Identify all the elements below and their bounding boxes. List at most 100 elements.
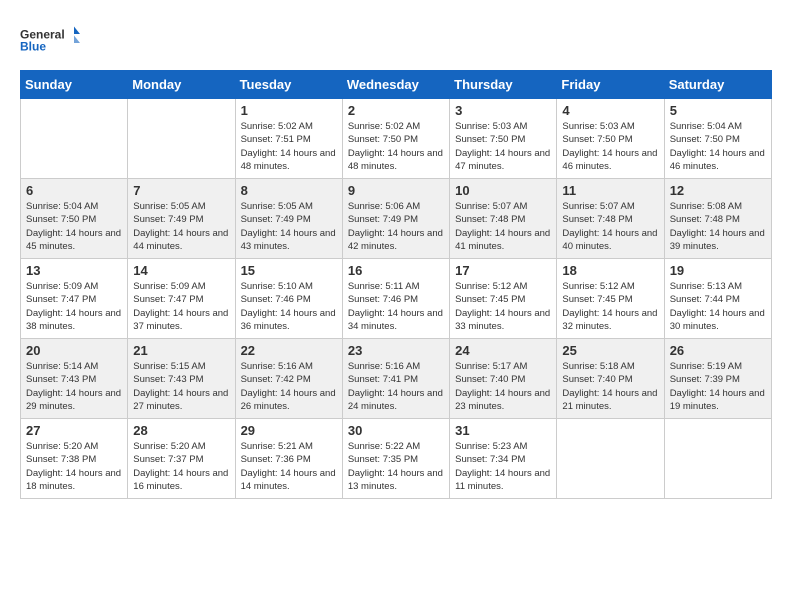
- day-number: 13: [26, 263, 122, 278]
- day-number: 30: [348, 423, 444, 438]
- calendar-cell: 28Sunrise: 5:20 AM Sunset: 7:37 PM Dayli…: [128, 419, 235, 499]
- calendar-cell: 18 Sunrise: 5:12 AM Sunset: 7:45 PM Dayli…: [557, 259, 664, 339]
- day-number: 27: [26, 423, 122, 438]
- day-number: 9: [348, 183, 444, 198]
- day-info: Sunrise: 5:16 AM Sunset: 7:41 PM Dayligh…: [348, 360, 444, 413]
- day-info: Sunrise: 5:18 AM Sunset: 7:40 PM Dayligh…: [562, 360, 658, 413]
- day-info: Sunrise: 5:04 AM Sunset: 7:50 PM Dayligh…: [670, 120, 766, 173]
- day-number: 2: [348, 103, 444, 118]
- header-sunday: Sunday: [21, 71, 128, 99]
- calendar-cell: 6 Sunrise: 5:04 AM Sunset: 7:50 PM Daylig…: [21, 179, 128, 259]
- day-info: Sunrise: 5:03 AM Sunset: 7:50 PM Dayligh…: [455, 120, 551, 173]
- calendar-week-row: 6 Sunrise: 5:04 AM Sunset: 7:50 PM Daylig…: [21, 179, 772, 259]
- header-monday: Monday: [128, 71, 235, 99]
- day-number: 7: [133, 183, 229, 198]
- day-info: Sunrise: 5:16 AM Sunset: 7:42 PM Dayligh…: [241, 360, 337, 413]
- calendar-cell: 5 Sunrise: 5:04 AM Sunset: 7:50 PM Daylig…: [664, 99, 771, 179]
- calendar-cell: 26 Sunrise: 5:19 AM Sunset: 7:39 PM Dayli…: [664, 339, 771, 419]
- day-info: Sunrise: 5:07 AM Sunset: 7:48 PM Dayligh…: [455, 200, 551, 253]
- day-info: Sunrise: 5:15 AM Sunset: 7:43 PM Dayligh…: [133, 360, 229, 413]
- calendar-cell: 12 Sunrise: 5:08 AM Sunset: 7:48 PM Dayli…: [664, 179, 771, 259]
- day-info: Sunrise: 5:12 AM Sunset: 7:45 PM Dayligh…: [562, 280, 658, 333]
- day-info: Sunrise: 5:06 AM Sunset: 7:49 PM Dayligh…: [348, 200, 444, 253]
- day-number: 21: [133, 343, 229, 358]
- calendar-cell: 17Sunrise: 5:12 AM Sunset: 7:45 PM Dayli…: [450, 259, 557, 339]
- day-info: Sunrise: 5:21 AM Sunset: 7:36 PM Dayligh…: [241, 440, 337, 493]
- svg-text:Blue: Blue: [20, 40, 46, 54]
- day-info: Sunrise: 5:04 AM Sunset: 7:50 PM Dayligh…: [26, 200, 122, 253]
- day-info: Sunrise: 5:02 AM Sunset: 7:51 PM Dayligh…: [241, 120, 337, 173]
- day-number: 15: [241, 263, 337, 278]
- day-number: 23: [348, 343, 444, 358]
- calendar-cell: 9 Sunrise: 5:06 AM Sunset: 7:49 PM Daylig…: [342, 179, 449, 259]
- day-number: 3: [455, 103, 551, 118]
- calendar-cell: 7 Sunrise: 5:05 AM Sunset: 7:49 PM Daylig…: [128, 179, 235, 259]
- logo-svg: General Blue: [20, 20, 80, 60]
- calendar-cell: [21, 99, 128, 179]
- day-number: 22: [241, 343, 337, 358]
- day-info: Sunrise: 5:09 AM Sunset: 7:47 PM Dayligh…: [133, 280, 229, 333]
- day-number: 25: [562, 343, 658, 358]
- calendar-cell: 25 Sunrise: 5:18 AM Sunset: 7:40 PM Dayli…: [557, 339, 664, 419]
- day-info: Sunrise: 5:07 AM Sunset: 7:48 PM Dayligh…: [562, 200, 658, 253]
- day-info: Sunrise: 5:08 AM Sunset: 7:48 PM Dayligh…: [670, 200, 766, 253]
- day-number: 6: [26, 183, 122, 198]
- header-tuesday: Tuesday: [235, 71, 342, 99]
- day-number: 16: [348, 263, 444, 278]
- calendar-week-row: 1 Sunrise: 5:02 AM Sunset: 7:51 PM Daylig…: [21, 99, 772, 179]
- calendar-cell: 21 Sunrise: 5:15 AM Sunset: 7:43 PM Dayli…: [128, 339, 235, 419]
- calendar-header-row: SundayMondayTuesdayWednesdayThursdayFrid…: [21, 71, 772, 99]
- header-thursday: Thursday: [450, 71, 557, 99]
- day-info: Sunrise: 5:09 AM Sunset: 7:47 PM Dayligh…: [26, 280, 122, 333]
- calendar-week-row: 20Sunrise: 5:14 AM Sunset: 7:43 PM Dayli…: [21, 339, 772, 419]
- day-info: Sunrise: 5:02 AM Sunset: 7:50 PM Dayligh…: [348, 120, 444, 173]
- calendar-cell: [664, 419, 771, 499]
- day-number: 12: [670, 183, 766, 198]
- day-number: 5: [670, 103, 766, 118]
- day-number: 8: [241, 183, 337, 198]
- calendar-cell: 8 Sunrise: 5:05 AM Sunset: 7:49 PM Daylig…: [235, 179, 342, 259]
- day-info: Sunrise: 5:20 AM Sunset: 7:38 PM Dayligh…: [26, 440, 122, 493]
- day-info: Sunrise: 5:23 AM Sunset: 7:34 PM Dayligh…: [455, 440, 551, 493]
- calendar-cell: 13 Sunrise: 5:09 AM Sunset: 7:47 PM Dayli…: [21, 259, 128, 339]
- calendar-cell: 4Sunrise: 5:03 AM Sunset: 7:50 PM Daylig…: [557, 99, 664, 179]
- calendar-cell: 27 Sunrise: 5:20 AM Sunset: 7:38 PM Dayli…: [21, 419, 128, 499]
- calendar-cell: 16 Sunrise: 5:11 AM Sunset: 7:46 PM Dayli…: [342, 259, 449, 339]
- day-number: 1: [241, 103, 337, 118]
- day-info: Sunrise: 5:22 AM Sunset: 7:35 PM Dayligh…: [348, 440, 444, 493]
- calendar-cell: 19 Sunrise: 5:13 AM Sunset: 7:44 PM Dayli…: [664, 259, 771, 339]
- day-info: Sunrise: 5:11 AM Sunset: 7:46 PM Dayligh…: [348, 280, 444, 333]
- calendar-cell: 20Sunrise: 5:14 AM Sunset: 7:43 PM Dayli…: [21, 339, 128, 419]
- day-number: 20: [26, 343, 122, 358]
- calendar-cell: 30 Sunrise: 5:22 AM Sunset: 7:35 PM Dayli…: [342, 419, 449, 499]
- day-number: 26: [670, 343, 766, 358]
- day-info: Sunrise: 5:03 AM Sunset: 7:50 PM Dayligh…: [562, 120, 658, 173]
- calendar-week-row: 13 Sunrise: 5:09 AM Sunset: 7:47 PM Dayli…: [21, 259, 772, 339]
- day-info: Sunrise: 5:05 AM Sunset: 7:49 PM Dayligh…: [133, 200, 229, 253]
- day-info: Sunrise: 5:19 AM Sunset: 7:39 PM Dayligh…: [670, 360, 766, 413]
- calendar-cell: 24Sunrise: 5:17 AM Sunset: 7:40 PM Dayli…: [450, 339, 557, 419]
- calendar-cell: 3 Sunrise: 5:03 AM Sunset: 7:50 PM Daylig…: [450, 99, 557, 179]
- day-number: 17: [455, 263, 551, 278]
- day-number: 28: [133, 423, 229, 438]
- day-number: 19: [670, 263, 766, 278]
- day-info: Sunrise: 5:13 AM Sunset: 7:44 PM Dayligh…: [670, 280, 766, 333]
- page-header: General Blue: [20, 20, 772, 60]
- day-number: 29: [241, 423, 337, 438]
- calendar-cell: 22 Sunrise: 5:16 AM Sunset: 7:42 PM Dayli…: [235, 339, 342, 419]
- calendar-cell: [128, 99, 235, 179]
- header-saturday: Saturday: [664, 71, 771, 99]
- day-number: 18: [562, 263, 658, 278]
- calendar-cell: 15Sunrise: 5:10 AM Sunset: 7:46 PM Dayli…: [235, 259, 342, 339]
- day-number: 14: [133, 263, 229, 278]
- day-number: 10: [455, 183, 551, 198]
- calendar-cell: 11Sunrise: 5:07 AM Sunset: 7:48 PM Dayli…: [557, 179, 664, 259]
- calendar-cell: 23 Sunrise: 5:16 AM Sunset: 7:41 PM Dayli…: [342, 339, 449, 419]
- calendar-week-row: 27 Sunrise: 5:20 AM Sunset: 7:38 PM Dayli…: [21, 419, 772, 499]
- calendar-cell: [557, 419, 664, 499]
- day-number: 31: [455, 423, 551, 438]
- logo: General Blue: [20, 20, 80, 60]
- day-info: Sunrise: 5:05 AM Sunset: 7:49 PM Dayligh…: [241, 200, 337, 253]
- calendar-cell: 29 Sunrise: 5:21 AM Sunset: 7:36 PM Dayli…: [235, 419, 342, 499]
- day-number: 24: [455, 343, 551, 358]
